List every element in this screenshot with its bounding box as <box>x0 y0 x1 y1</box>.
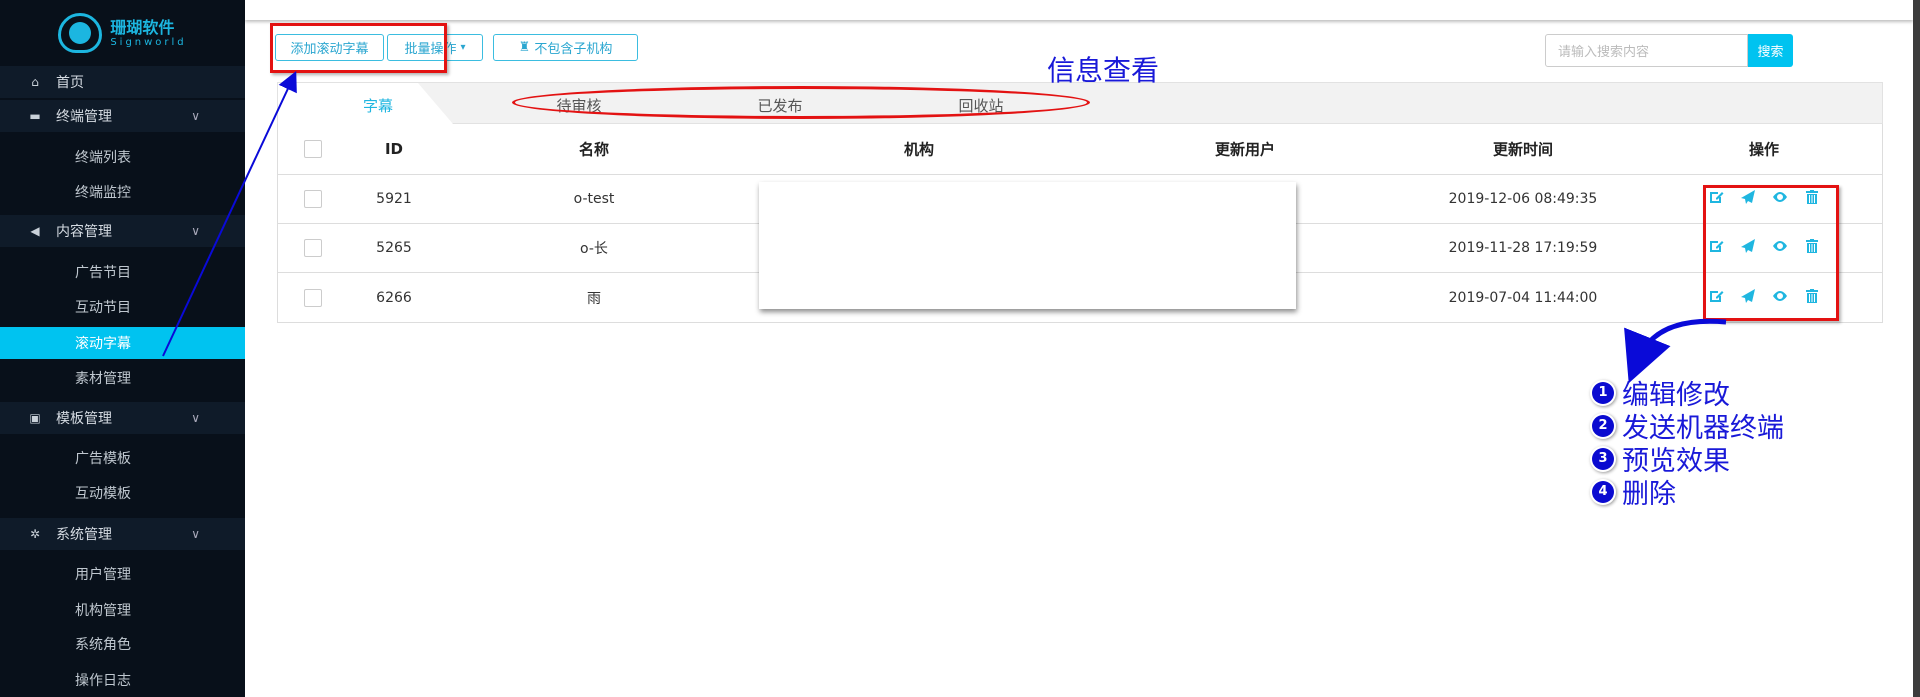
sidebar-item-label: 终端管理 <box>56 109 112 125</box>
sidebar-item[interactable]: 操作日志 <box>0 664 245 696</box>
exclude-sub-org-toggle[interactable]: ♜ 不包含子机构 <box>493 34 638 61</box>
sidebar-item[interactable]: ◀ 内容管理 ∨ <box>0 215 245 247</box>
sidebar-item[interactable]: ✲ 系统管理 ∨ <box>0 518 245 550</box>
template-icon: ▣ <box>29 411 41 425</box>
sidebar-item[interactable]: 广告节目 <box>0 256 245 288</box>
sidebar-item-label: 终端监控 <box>75 185 131 201</box>
cell-id: 5265 <box>376 240 412 256</box>
sidebar-item[interactable]: 互动模板 <box>0 477 245 509</box>
exclude-label: 不包含子机构 <box>534 42 613 57</box>
sidebar-item-label: 系统管理 <box>56 527 112 543</box>
sidebar-item-label: 互动模板 <box>75 486 131 502</box>
sidebar-item-label: 素材管理 <box>75 371 131 387</box>
search-button[interactable]: 搜索 <box>1748 34 1793 67</box>
number-badge: 2 <box>1592 414 1614 437</box>
annotation-info-view: 信息查看 <box>1047 54 1160 87</box>
cell-update-time: 2019-07-04 11:44:00 <box>1448 289 1598 306</box>
cell-name: o-test <box>573 191 615 207</box>
rook-icon: ♜ <box>518 40 531 55</box>
sidebar-item[interactable]: 互动节目 <box>0 291 245 323</box>
header-id: ID <box>384 140 404 158</box>
sidebar-item[interactable]: 用户管理 <box>0 558 245 590</box>
sidebar-item-label: 内容管理 <box>56 224 112 240</box>
cell-name: 雨 <box>587 290 601 307</box>
header-update-time: 更新时间 <box>1492 140 1554 159</box>
gear-icon: ✲ <box>29 527 41 541</box>
sidebar-item[interactable]: ▬ 终端管理 ∨ <box>0 100 245 132</box>
header-actions: 操作 <box>1748 140 1780 159</box>
header-update-user: 更新用户 <box>1214 140 1276 159</box>
sidebar-item-label: 终端列表 <box>75 150 131 166</box>
brand-name: 珊瑚软件 <box>110 17 175 37</box>
sidebar-item-label: 首页 <box>56 75 84 91</box>
arrow-to-legend <box>1624 318 1727 384</box>
monitor-icon: ▬ <box>29 109 41 123</box>
sidebar-item[interactable]: 广告模板 <box>0 442 245 474</box>
header-org: 机构 <box>903 140 935 159</box>
chevron-down-icon: ∨ <box>191 109 200 123</box>
chevron-down-icon: ∨ <box>191 224 200 238</box>
cell-name: o-长 <box>580 241 608 257</box>
annotation-legend-item: 4 删除 <box>1592 472 1676 511</box>
search-input[interactable]: 请输入搜索内容 <box>1545 34 1748 67</box>
tab-ticker[interactable]: 字幕 <box>363 95 393 116</box>
row-checkbox[interactable] <box>304 288 322 307</box>
sidebar-item-label: 广告节目 <box>75 265 131 281</box>
number-badge: 3 <box>1592 447 1614 470</box>
sidebar-item[interactable]: 系统角色 <box>0 628 245 660</box>
row-checkbox[interactable] <box>304 190 322 208</box>
sidebar-item-label: 广告模板 <box>75 451 131 467</box>
select-all-checkbox[interactable] <box>304 140 322 158</box>
sidebar-item[interactable]: 滚动字幕 <box>0 327 245 359</box>
send-icon: ◀ <box>30 224 40 238</box>
chevron-down-icon: ∨ <box>191 527 200 541</box>
sidebar-item[interactable]: 终端列表 <box>0 141 245 173</box>
logo: 珊瑚软件 Signworld <box>0 0 245 66</box>
caret-down-icon: ▾ <box>460 42 466 53</box>
top-header <box>245 0 1913 20</box>
sidebar-item-label: 机构管理 <box>75 603 131 619</box>
number-badge: 4 <box>1592 480 1614 503</box>
org-popup-overlay <box>759 182 1296 309</box>
cell-id: 5921 <box>376 191 412 207</box>
sidebar-item-label: 互动节目 <box>75 300 131 316</box>
sidebar-item-label: 滚动字幕 <box>75 336 131 352</box>
sidebar-item[interactable]: ▣ 模板管理 ∨ <box>0 402 245 434</box>
logo-cloud-icon <box>58 13 103 53</box>
cell-update-time: 2019-11-28 17:19:59 <box>1448 240 1598 256</box>
row-checkbox[interactable] <box>304 239 322 257</box>
sidebar: 珊瑚软件 Signworld ⌂ 首页 ▬ 终端管理 ∨ 终端列表终端监控 ◀ 内容管理 ∨ 广告节… <box>0 0 245 697</box>
highlight-box-actions <box>1703 185 1839 321</box>
chevron-down-icon: ∨ <box>191 411 200 425</box>
sidebar-item[interactable]: 终端监控 <box>0 176 245 208</box>
cell-update-time: 2019-12-06 08:49:35 <box>1448 191 1598 207</box>
highlight-ellipse-tabs <box>512 86 1090 119</box>
header-name: 名称 <box>578 140 610 159</box>
sidebar-item-label: 系统角色 <box>75 637 131 653</box>
sidebar-item[interactable]: 机构管理 <box>0 594 245 626</box>
sidebar-item-label: 用户管理 <box>75 567 131 583</box>
sidebar-item[interactable]: 素材管理 <box>0 362 245 394</box>
number-badge: 1 <box>1592 381 1614 404</box>
cell-id: 6266 <box>376 289 412 306</box>
sidebar-item[interactable]: ⌂ 首页 <box>0 66 245 98</box>
table-header-row: ID 名称 机构 更新用户 更新时间 操作 <box>278 124 1882 175</box>
sidebar-item-label: 操作日志 <box>75 673 131 689</box>
scrollbar[interactable] <box>1913 0 1920 697</box>
sidebar-item-label: 模板管理 <box>56 411 112 427</box>
brand-sub: Signworld <box>110 36 187 48</box>
legend-text: 删除 <box>1622 479 1676 510</box>
home-icon: ⌂ <box>31 75 39 89</box>
highlight-box-toolbar <box>270 23 447 73</box>
